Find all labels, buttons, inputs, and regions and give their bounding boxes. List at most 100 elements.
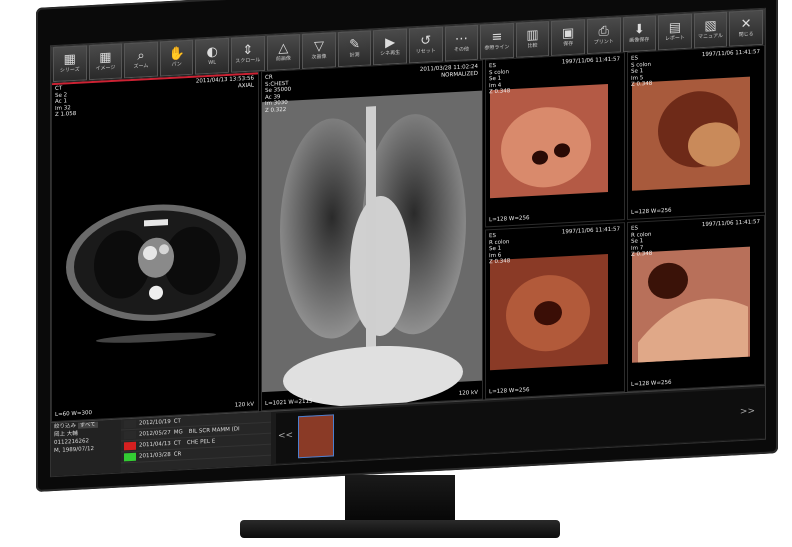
image-viewer: CT Se 2 Ac 1 Im 32 Z 1.058 2011/04/13 13… <box>51 44 765 423</box>
download-icon: ⬇ <box>633 22 645 38</box>
manual-icon: ▧ <box>704 18 717 34</box>
toolbar-button[interactable]: ▤ レポート <box>658 13 692 51</box>
more-icon: ⋯ <box>454 31 468 48</box>
study-modality: CT <box>173 440 181 447</box>
series-thumbnail[interactable] <box>298 414 334 459</box>
save-icon: ▣ <box>561 25 575 42</box>
toolbar-button[interactable]: △ 前画像 <box>266 34 301 71</box>
study-color-swatch <box>124 419 136 429</box>
toolbar-button-label: シネ再生 <box>380 49 401 57</box>
toolbar-button[interactable]: ✎ 計測 <box>337 30 372 68</box>
toolbar-button[interactable]: ◐ WL <box>195 37 229 75</box>
toolbar-button[interactable]: ▽ 次画像 <box>302 32 336 70</box>
xray-viewport[interactable]: CR S:CHEST Se 35000 Ac 39 Im 3030 Z 0.32… <box>261 59 483 412</box>
study-date: 2012/10/19 <box>139 418 171 427</box>
study-modality: CT <box>173 418 181 425</box>
xray-kv: 120 kV <box>458 389 478 397</box>
toolbar-button-label: シリーズ <box>59 66 80 74</box>
toolbar-button-label: イメージ <box>95 64 116 72</box>
toolbar-button[interactable]: ▧ マニュアル <box>693 11 728 49</box>
grid-icon: ▦ <box>99 50 112 66</box>
toolbar-button[interactable]: ⬇ 画像保存 <box>622 15 657 53</box>
toolbar-button[interactable]: ⇕ スクロール <box>230 36 265 73</box>
toolbar-button-label: レポート <box>664 34 685 43</box>
viewer-screen: ▦ シリーズ ▦ イメージ ⌕ ズーム ✋ パン ◐ WL ⇕ スクロール △ 前画像 ▽ 次画像 ✎ 計測 ▶ シネ… <box>50 7 766 478</box>
zoom-icon: ⌕ <box>137 48 145 64</box>
endoscopy-viewport-2[interactable]: ES S colon Se 1 Im 5 Z 0.348 1997/11/06 … <box>627 44 765 221</box>
filter-select[interactable]: すべて <box>77 421 98 429</box>
study-modality: CR <box>173 451 182 458</box>
ct-viewport[interactable]: CT Se 2 Ac 1 Im 32 Z 1.058 2011/04/13 13… <box>51 71 259 423</box>
study-color-swatch <box>124 441 136 451</box>
study-color-swatch <box>124 430 136 440</box>
study-list: 2012/10/19 CT 2012/05/27 MG BIL SCR MAMM (DI… <box>121 411 271 474</box>
xray-info: CR S:CHEST Se 35000 Ac 39 Im 3030 Z 0.32… <box>265 74 292 114</box>
toolbar-button[interactable]: ✋ パン <box>159 39 194 77</box>
study-modality: MG <box>173 429 183 436</box>
play-icon: ▶ <box>385 35 396 51</box>
hand-icon: ✋ <box>168 46 185 63</box>
reset-icon: ↺ <box>420 33 432 49</box>
triangle-down-icon: ▽ <box>313 38 324 55</box>
toolbar-button-label: リセット <box>415 48 436 56</box>
close-icon: ✕ <box>740 16 752 33</box>
toolbar-button-label: マニュアル <box>698 33 723 41</box>
toolbar-button[interactable]: ▦ シリーズ <box>53 45 87 83</box>
toolbar-button[interactable]: ≡ 参照ライン <box>480 22 514 60</box>
toolbar-button-label: その他 <box>453 46 469 54</box>
toolbar-button-label: 次画像 <box>311 53 327 61</box>
filter-label: 絞り込み <box>54 422 77 431</box>
thumb-prev-button[interactable]: << <box>278 431 293 442</box>
study-date: 2011/04/13 <box>139 440 171 449</box>
toolbar-button[interactable]: ⎙ プリント <box>586 17 621 55</box>
ct-info: CT Se 2 Ac 1 Im 32 Z 1.058 <box>55 85 77 119</box>
monitor-bezel: ▦ シリーズ ▦ イメージ ⌕ ズーム ✋ パン ◐ WL ⇕ スクロール △ 前画像 ▽ 次画像 ✎ 計測 ▶ シネ… <box>36 0 778 493</box>
toolbar-button-label: WL <box>208 59 217 66</box>
print-icon: ⎙ <box>598 23 609 40</box>
lines-icon: ≡ <box>491 29 503 46</box>
report-icon: ▤ <box>668 20 682 36</box>
ct-axial-image <box>66 204 246 343</box>
patient-info: 絞り込み すべて 岡上 大輔 0112216262 M, 1989/07/12 <box>51 419 121 478</box>
toolbar-button-label: 計測 <box>349 52 360 59</box>
scroll-icon: ⇕ <box>242 42 254 59</box>
toolbar-button-label: 閉じる <box>738 31 754 39</box>
toolbar-button-label: 保存 <box>563 40 574 48</box>
toolbar-button-label: 画像保存 <box>629 36 650 44</box>
toolbar-button[interactable]: ▣ 保存 <box>551 19 585 56</box>
toolbar-button[interactable]: ✕ 閉じる <box>729 9 763 47</box>
endo4-info: ES R colon Se 1 Im 7 Z 0.348 <box>631 225 653 258</box>
endoscopy-viewport-1[interactable]: ES S colon Se 1 Im 4 Z 0.348 1997/11/06 … <box>485 52 625 228</box>
toolbar-button[interactable]: ▥ 比較 <box>515 21 550 58</box>
endo2-info: ES S colon Se 1 Im 5 Z 0.348 <box>631 55 653 88</box>
study-date: 2012/05/27 <box>139 429 171 438</box>
monitor-stand-base <box>240 520 560 538</box>
study-color-swatch <box>124 452 136 462</box>
contrast-icon: ◐ <box>206 44 218 61</box>
toolbar-button-label: スクロール <box>235 57 261 65</box>
study-description: CHE PEL E <box>186 438 216 447</box>
toolbar-button-label: 比較 <box>527 42 538 50</box>
toolbar-button-label: ズーム <box>133 63 149 70</box>
study-description: BIL SCR MAMM (DI <box>188 426 240 435</box>
triangle-up-icon: △ <box>278 40 289 57</box>
study-date: 2011/03/28 <box>139 451 171 460</box>
monitor-stand-neck <box>345 475 455 525</box>
compare-icon: ▥ <box>526 27 539 44</box>
endoscopy-viewport-4[interactable]: ES R colon Se 1 Im 7 Z 0.348 1997/11/06 … <box>627 214 765 393</box>
chest-xray-image <box>262 90 483 407</box>
ct-kv: 120 kV <box>234 401 254 409</box>
endo1-info: ES S colon Se 1 Im 4 Z 0.348 <box>489 62 511 96</box>
toolbar-button[interactable]: ↺ リセット <box>408 26 443 64</box>
endo3-info: ES R colon Se 1 Im 6 Z 0.348 <box>489 232 511 266</box>
toolbar-button[interactable]: ⋯ その他 <box>444 24 479 62</box>
endoscopy-viewport-3[interactable]: ES R colon Se 1 Im 6 Z 0.348 1997/11/06 … <box>485 222 625 400</box>
toolbar-button[interactable]: ▶ シネ再生 <box>373 28 407 66</box>
toolbar-button-label: プリント <box>593 38 614 46</box>
grid-icon: ▦ <box>63 51 76 68</box>
toolbar-button[interactable]: ▦ イメージ <box>88 43 123 81</box>
thumb-next-button[interactable]: >> <box>740 406 755 417</box>
toolbar-button-label: パン <box>171 61 182 68</box>
toolbar-button-label: 前画像 <box>275 55 291 63</box>
toolbar-button[interactable]: ⌕ ズーム <box>124 41 158 79</box>
